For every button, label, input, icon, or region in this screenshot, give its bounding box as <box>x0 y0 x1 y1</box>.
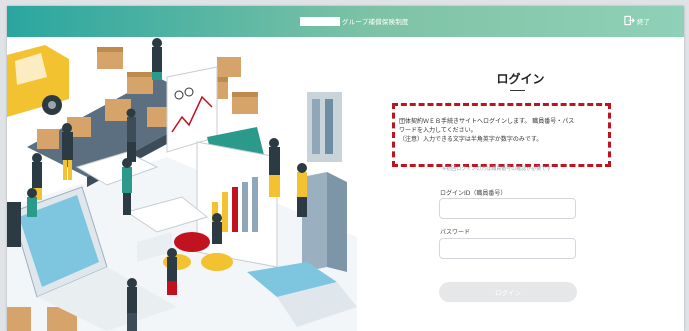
brand-redacted-block <box>300 16 340 26</box>
hero-illustration <box>7 37 357 331</box>
password-label: パスワード <box>440 229 471 236</box>
login-id-input[interactable] <box>439 198 576 219</box>
exit-button[interactable]: 終了 <box>624 15 650 26</box>
notice-line-2: ワードを入力してください。 <box>399 127 477 134</box>
login-button[interactable]: ログイン <box>439 282 577 302</box>
notice-text: 団体契約ＷＥＢ手続きサイトへログインします。 職員番号・パス ワードを入力してく… <box>399 117 609 144</box>
brand: グループ補償保険制度 <box>300 16 409 26</box>
login-id-label: ログインID（職員番号） <box>440 190 507 197</box>
brand-title: グループ補償保険制度 <box>342 18 409 26</box>
logout-icon <box>624 15 635 26</box>
truck-graphic <box>7 45 69 117</box>
password-input[interactable] <box>439 238 576 259</box>
title-underline <box>510 90 525 92</box>
notice-small-text: ※初回ログインの方は職員番号の確認が必要です <box>442 166 552 172</box>
office-logistics-illustration <box>7 38 357 331</box>
header-bar: グループ補償保険制度 終了 <box>7 6 684 37</box>
login-title: ログイン <box>496 72 545 86</box>
notice-line-3: （注意）入力できる文字は半角英字か数字のみです。 <box>399 136 543 143</box>
notice-line-1: 団体契約ＷＥＢ手続きサイトへログインします。 職員番号・パス <box>399 118 575 125</box>
login-panel: ログイン 団体契約ＷＥＢ手続きサイトへログインします。 職員番号・パス ワードを… <box>357 37 684 331</box>
exit-label: 終了 <box>637 17 650 26</box>
browser-frame: グループ補償保険制度 終了 ログイン 団体契約ＷＥＢ手続きサイトへログインします… <box>7 6 684 331</box>
